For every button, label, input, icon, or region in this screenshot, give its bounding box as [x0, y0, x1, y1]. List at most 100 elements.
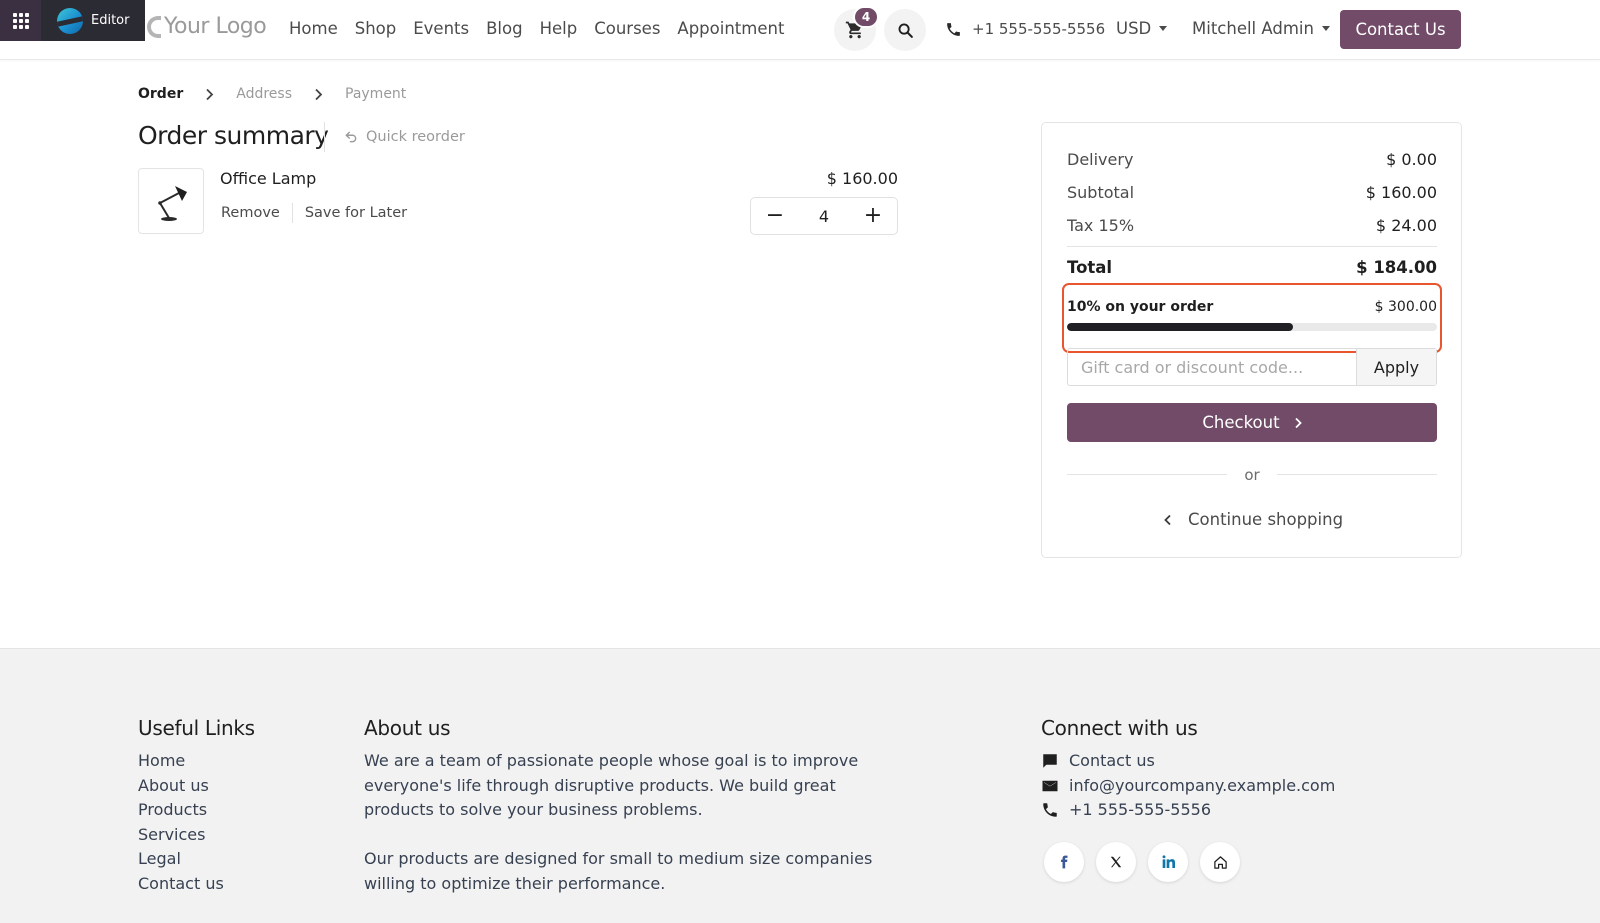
- quantity-input[interactable]: [804, 206, 844, 226]
- subtotal-value: $ 160.00: [1365, 183, 1437, 202]
- footer-link-products[interactable]: Products: [138, 800, 224, 821]
- quick-reorder-label: Quick reorder: [366, 129, 465, 145]
- site-logo[interactable]: Your Logo: [147, 14, 267, 39]
- footer-link-legal[interactable]: Legal: [138, 849, 224, 870]
- main-nav: Home Shop Events Blog Help Courses Appoi…: [289, 19, 784, 38]
- chevron-right-icon: [1294, 417, 1302, 428]
- footer-link-about[interactable]: About us: [138, 776, 224, 797]
- logo-mark-icon: [147, 15, 161, 38]
- discount-code-form: Apply: [1067, 348, 1437, 386]
- linkedin-icon: [1162, 855, 1175, 868]
- cart-count-badge: 4: [853, 6, 879, 28]
- promo-highlight: [1062, 283, 1442, 353]
- connect-phone-item[interactable]: +1 555-555-5556: [1041, 800, 1335, 821]
- chevron-right-icon: [315, 88, 323, 100]
- apps-menu-button[interactable]: [0, 0, 41, 41]
- nav-events[interactable]: Events: [413, 19, 469, 38]
- header-phone[interactable]: +1 555-555-5556: [945, 20, 1105, 38]
- connect-list: Contact us info@yourcompany.example.com …: [1041, 751, 1335, 821]
- currency-selector[interactable]: USD: [1116, 19, 1168, 38]
- discount-code-input[interactable]: [1068, 349, 1356, 385]
- editor-label: Editor: [91, 13, 130, 28]
- user-name: Mitchell Admin: [1192, 19, 1314, 38]
- footer-link-contact[interactable]: Contact us: [138, 874, 224, 895]
- tax-row: Tax 15% $ 24.00: [1067, 216, 1437, 235]
- checkout-label: Checkout: [1202, 413, 1280, 432]
- connect-email-text: info@yourcompany.example.com: [1069, 775, 1336, 795]
- lamp-icon: [158, 186, 187, 221]
- save-for-later-button[interactable]: Save for Later: [305, 205, 407, 221]
- home-button[interactable]: [1200, 842, 1240, 882]
- totals-divider: [1067, 246, 1437, 247]
- step-order[interactable]: Order: [138, 86, 183, 102]
- chevron-down-icon: [1159, 26, 1168, 31]
- total-value: $ 184.00: [1356, 258, 1437, 277]
- or-divider-left: [1067, 474, 1227, 475]
- editor-logo-icon: [57, 7, 83, 34]
- x-twitter-button[interactable]: [1096, 842, 1136, 882]
- connect-heading: Connect with us: [1041, 716, 1198, 740]
- about-paragraph-1: We are a team of passionate people whose…: [364, 751, 859, 819]
- title-divider: [324, 122, 325, 152]
- apply-button[interactable]: Apply: [1356, 349, 1436, 385]
- currency-label: USD: [1116, 19, 1152, 38]
- logo-text: Your Logo: [164, 14, 267, 39]
- quick-reorder-button[interactable]: Quick reorder: [344, 129, 465, 145]
- total-label: Total: [1067, 258, 1113, 277]
- contact-us-button[interactable]: Contact Us: [1340, 10, 1461, 49]
- nav-help[interactable]: Help: [540, 19, 578, 38]
- home-icon: [1213, 855, 1227, 869]
- chat-icon: [1043, 754, 1057, 768]
- nav-courses[interactable]: Courses: [594, 19, 660, 38]
- product-name[interactable]: Office Lamp: [220, 169, 316, 188]
- x-twitter-icon: [1110, 856, 1122, 868]
- page-title: Order summary: [138, 121, 329, 150]
- step-address: Address: [236, 86, 292, 102]
- connect-email-item[interactable]: info@yourcompany.example.com: [1041, 776, 1335, 797]
- search-button[interactable]: [884, 9, 926, 51]
- user-menu[interactable]: Mitchell Admin: [1192, 19, 1330, 38]
- product-actions: Remove Save for Later: [221, 203, 407, 223]
- nav-home[interactable]: Home: [289, 19, 338, 38]
- useful-links-heading: Useful Links: [138, 716, 255, 740]
- apps-grid-icon: [12, 12, 29, 29]
- checkout-button[interactable]: Checkout: [1067, 403, 1437, 442]
- tax-value: $ 24.00: [1375, 216, 1437, 235]
- delivery-row: Delivery $ 0.00: [1067, 150, 1437, 169]
- remove-button[interactable]: Remove: [221, 205, 280, 221]
- useful-links-list: Home About us Products Services Legal Co…: [138, 751, 224, 894]
- nav-appointment[interactable]: Appointment: [677, 19, 784, 38]
- social-links: [1044, 842, 1240, 882]
- delivery-label: Delivery: [1067, 150, 1134, 169]
- tax-label: Tax 15%: [1067, 216, 1135, 235]
- delivery-value: $ 0.00: [1386, 150, 1437, 169]
- nav-blog[interactable]: Blog: [486, 19, 522, 38]
- undo-icon: [345, 131, 357, 143]
- connect-contact-item[interactable]: Contact us: [1041, 751, 1335, 772]
- subtotal-label: Subtotal: [1067, 183, 1135, 202]
- promo-label: 10% on your order: [1067, 299, 1214, 315]
- envelope-icon: [1042, 780, 1058, 791]
- continue-shopping-link[interactable]: Continue shopping: [1164, 510, 1343, 529]
- chevron-left-icon: [1164, 514, 1171, 525]
- nav-shop[interactable]: Shop: [355, 19, 397, 38]
- footer-link-home[interactable]: Home: [138, 751, 224, 772]
- checkout-steps: Order Address Payment: [138, 86, 406, 102]
- chevron-down-icon: [1321, 26, 1330, 31]
- search-icon: [898, 23, 913, 38]
- total-row: Total $ 184.00: [1067, 258, 1437, 277]
- subtotal-row: Subtotal $ 160.00: [1067, 183, 1437, 202]
- or-divider-right: [1277, 474, 1437, 475]
- footer-link-services[interactable]: Services: [138, 825, 224, 846]
- about-paragraph-2: Our products are designed for small to m…: [364, 849, 873, 893]
- editor-button[interactable]: Editor: [41, 0, 145, 41]
- step-payment: Payment: [345, 86, 407, 102]
- product-image[interactable]: [138, 168, 204, 234]
- or-label: or: [1244, 466, 1260, 484]
- quantity-increase-button[interactable]: +: [863, 205, 883, 227]
- linkedin-button[interactable]: [1148, 842, 1188, 882]
- quantity-decrease-button[interactable]: −: [765, 205, 785, 227]
- connect-phone-text: +1 555-555-5556: [1069, 800, 1212, 819]
- phone-icon: [947, 22, 960, 36]
- facebook-button[interactable]: [1044, 842, 1084, 882]
